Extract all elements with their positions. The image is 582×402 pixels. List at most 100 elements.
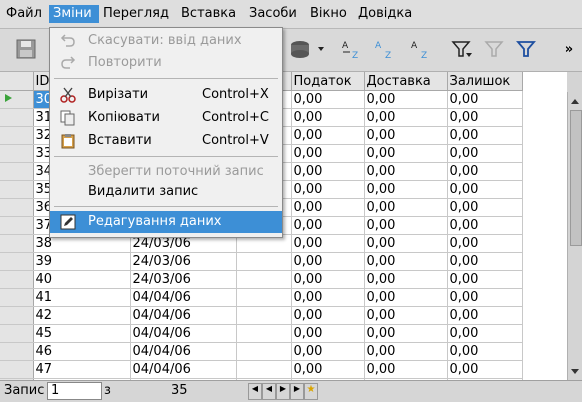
menu-item-edit-data[interactable]: Редагування даних — [50, 211, 282, 233]
menu-item-undo[interactable]: Скасувати: ввід даних — [50, 30, 282, 52]
record-number-field[interactable]: 1 — [47, 382, 102, 400]
cell-balance[interactable]: 0,00 — [447, 306, 523, 325]
save-button[interactable] — [12, 35, 40, 63]
cell-col3[interactable] — [236, 360, 292, 379]
cell-col3[interactable] — [236, 270, 292, 289]
scroll-down-arrow-icon[interactable] — [568, 364, 582, 378]
table-row[interactable]: 46 04/04/06 0,00 0,00 0,00 — [0, 342, 567, 361]
cell-col3[interactable] — [236, 342, 292, 361]
cell-id[interactable]: 40 — [33, 270, 131, 289]
menu-item-paste[interactable]: Вставити Control+V — [50, 130, 282, 152]
menu-view[interactable]: Перегляд — [103, 5, 169, 23]
scroll-up-arrow-icon[interactable] — [568, 94, 582, 108]
column-header-shipping[interactable]: Доставка — [364, 72, 448, 91]
cell-shipping[interactable]: 0,00 — [364, 234, 448, 253]
menu-window[interactable]: Вікно — [310, 5, 347, 23]
cell-tax[interactable]: 0,00 — [291, 342, 365, 361]
cell-id[interactable]: 45 — [33, 324, 131, 343]
cell-tax[interactable]: 0,00 — [291, 360, 365, 379]
last-record-icon[interactable]: ▶ — [290, 383, 304, 400]
cell-shipping[interactable]: 0,00 — [364, 144, 448, 163]
cell-balance[interactable]: 0,00 — [447, 234, 523, 253]
cell-tax[interactable]: 0,00 — [291, 324, 365, 343]
first-record-icon[interactable]: ◀ — [248, 383, 262, 400]
database-button[interactable] — [287, 35, 327, 63]
table-row[interactable]: 41 04/04/06 0,00 0,00 0,00 — [0, 288, 567, 307]
cell-shipping[interactable]: 0,00 — [364, 252, 448, 271]
menu-item-redo[interactable]: Повторити — [50, 52, 282, 74]
cell-date[interactable]: 04/04/06 — [130, 360, 237, 379]
cell-tax[interactable]: 0,00 — [291, 270, 365, 289]
menu-file[interactable]: Файл — [6, 5, 42, 23]
menu-help[interactable]: Довідка — [358, 5, 412, 23]
autofilter-button[interactable] — [448, 35, 476, 63]
scrollbar-thumb[interactable] — [570, 110, 582, 246]
cell-balance[interactable]: 0,00 — [447, 108, 523, 127]
cell-balance[interactable]: 0,00 — [447, 342, 523, 361]
cell-balance[interactable]: 0,00 — [447, 180, 523, 199]
cell-tax[interactable]: 0,00 — [291, 90, 365, 109]
cell-shipping[interactable]: 0,00 — [364, 342, 448, 361]
column-header-balance[interactable]: Залишок — [447, 72, 523, 91]
cell-balance[interactable]: 0,00 — [447, 360, 523, 379]
cell-balance[interactable]: 0,00 — [447, 90, 523, 109]
menu-edit[interactable]: Зміни — [49, 5, 99, 23]
cell-col3[interactable] — [236, 288, 292, 307]
cell-id[interactable]: 47 — [33, 360, 131, 379]
cell-col3[interactable] — [236, 306, 292, 325]
cell-balance[interactable]: 0,00 — [447, 252, 523, 271]
table-row[interactable]: 39 24/03/06 0,00 0,00 0,00 — [0, 252, 567, 271]
cell-date[interactable]: 04/04/06 — [130, 342, 237, 361]
cell-tax[interactable]: 0,00 — [291, 288, 365, 307]
cell-balance[interactable]: 0,00 — [447, 162, 523, 181]
menu-item-cut[interactable]: Вирізати Control+X — [50, 84, 282, 106]
cell-balance[interactable]: 0,00 — [447, 144, 523, 163]
toolbar-overflow-button[interactable]: » — [560, 35, 578, 63]
cell-tax[interactable]: 0,00 — [291, 198, 365, 217]
cell-shipping[interactable]: 0,00 — [364, 288, 448, 307]
remove-filter-button[interactable] — [480, 35, 508, 63]
column-header-tax[interactable]: Податок — [291, 72, 365, 91]
cell-balance[interactable]: 0,00 — [447, 270, 523, 289]
menu-item-delete-record[interactable]: Видалити запис — [50, 181, 282, 203]
cell-id[interactable]: 39 — [33, 252, 131, 271]
cell-shipping[interactable]: 0,00 — [364, 180, 448, 199]
cell-tax[interactable]: 0,00 — [291, 108, 365, 127]
cell-tax[interactable]: 0,00 — [291, 306, 365, 325]
cell-balance[interactable]: 0,00 — [447, 126, 523, 145]
cell-shipping[interactable]: 0,00 — [364, 306, 448, 325]
menu-insert[interactable]: Вставка — [181, 5, 236, 23]
standard-filter-button[interactable] — [512, 35, 540, 63]
cell-id[interactable]: 41 — [33, 288, 131, 307]
cell-shipping[interactable]: 0,00 — [364, 324, 448, 343]
cell-date[interactable]: 04/04/06 — [130, 288, 237, 307]
vertical-scrollbar[interactable] — [567, 92, 582, 380]
cell-tax[interactable]: 0,00 — [291, 126, 365, 145]
menu-item-save-record[interactable]: Зберегти поточний запис — [50, 161, 282, 183]
cell-date[interactable]: 04/04/06 — [130, 324, 237, 343]
menu-item-copy[interactable]: Копіювати Control+C — [50, 107, 282, 129]
cell-col3[interactable] — [236, 324, 292, 343]
cell-date[interactable]: 24/03/06 — [130, 270, 237, 289]
cell-shipping[interactable]: 0,00 — [364, 126, 448, 145]
previous-record-icon[interactable]: ◀ — [262, 383, 276, 400]
cell-balance[interactable]: 0,00 — [447, 288, 523, 307]
cell-shipping[interactable]: 0,00 — [364, 90, 448, 109]
cell-shipping[interactable]: 0,00 — [364, 216, 448, 235]
cell-col3[interactable] — [236, 252, 292, 271]
table-row[interactable]: 47 04/04/06 0,00 0,00 0,00 — [0, 360, 567, 379]
table-row[interactable]: 45 04/04/06 0,00 0,00 0,00 — [0, 324, 567, 343]
new-record-icon[interactable]: ★ — [304, 383, 318, 400]
cell-tax[interactable]: 0,00 — [291, 234, 365, 253]
cell-date[interactable]: 04/04/06 — [130, 306, 237, 325]
cell-date[interactable]: 24/03/06 — [130, 252, 237, 271]
cell-tax[interactable]: 0,00 — [291, 180, 365, 199]
cell-shipping[interactable]: 0,00 — [364, 270, 448, 289]
cell-shipping[interactable]: 0,00 — [364, 360, 448, 379]
cell-tax[interactable]: 0,00 — [291, 216, 365, 235]
next-record-icon[interactable]: ▶ — [276, 383, 290, 400]
sort-descending-button[interactable]: AZ — [372, 35, 400, 63]
sort-button[interactable]: AZ — [408, 35, 436, 63]
cell-shipping[interactable]: 0,00 — [364, 108, 448, 127]
cell-tax[interactable]: 0,00 — [291, 162, 365, 181]
